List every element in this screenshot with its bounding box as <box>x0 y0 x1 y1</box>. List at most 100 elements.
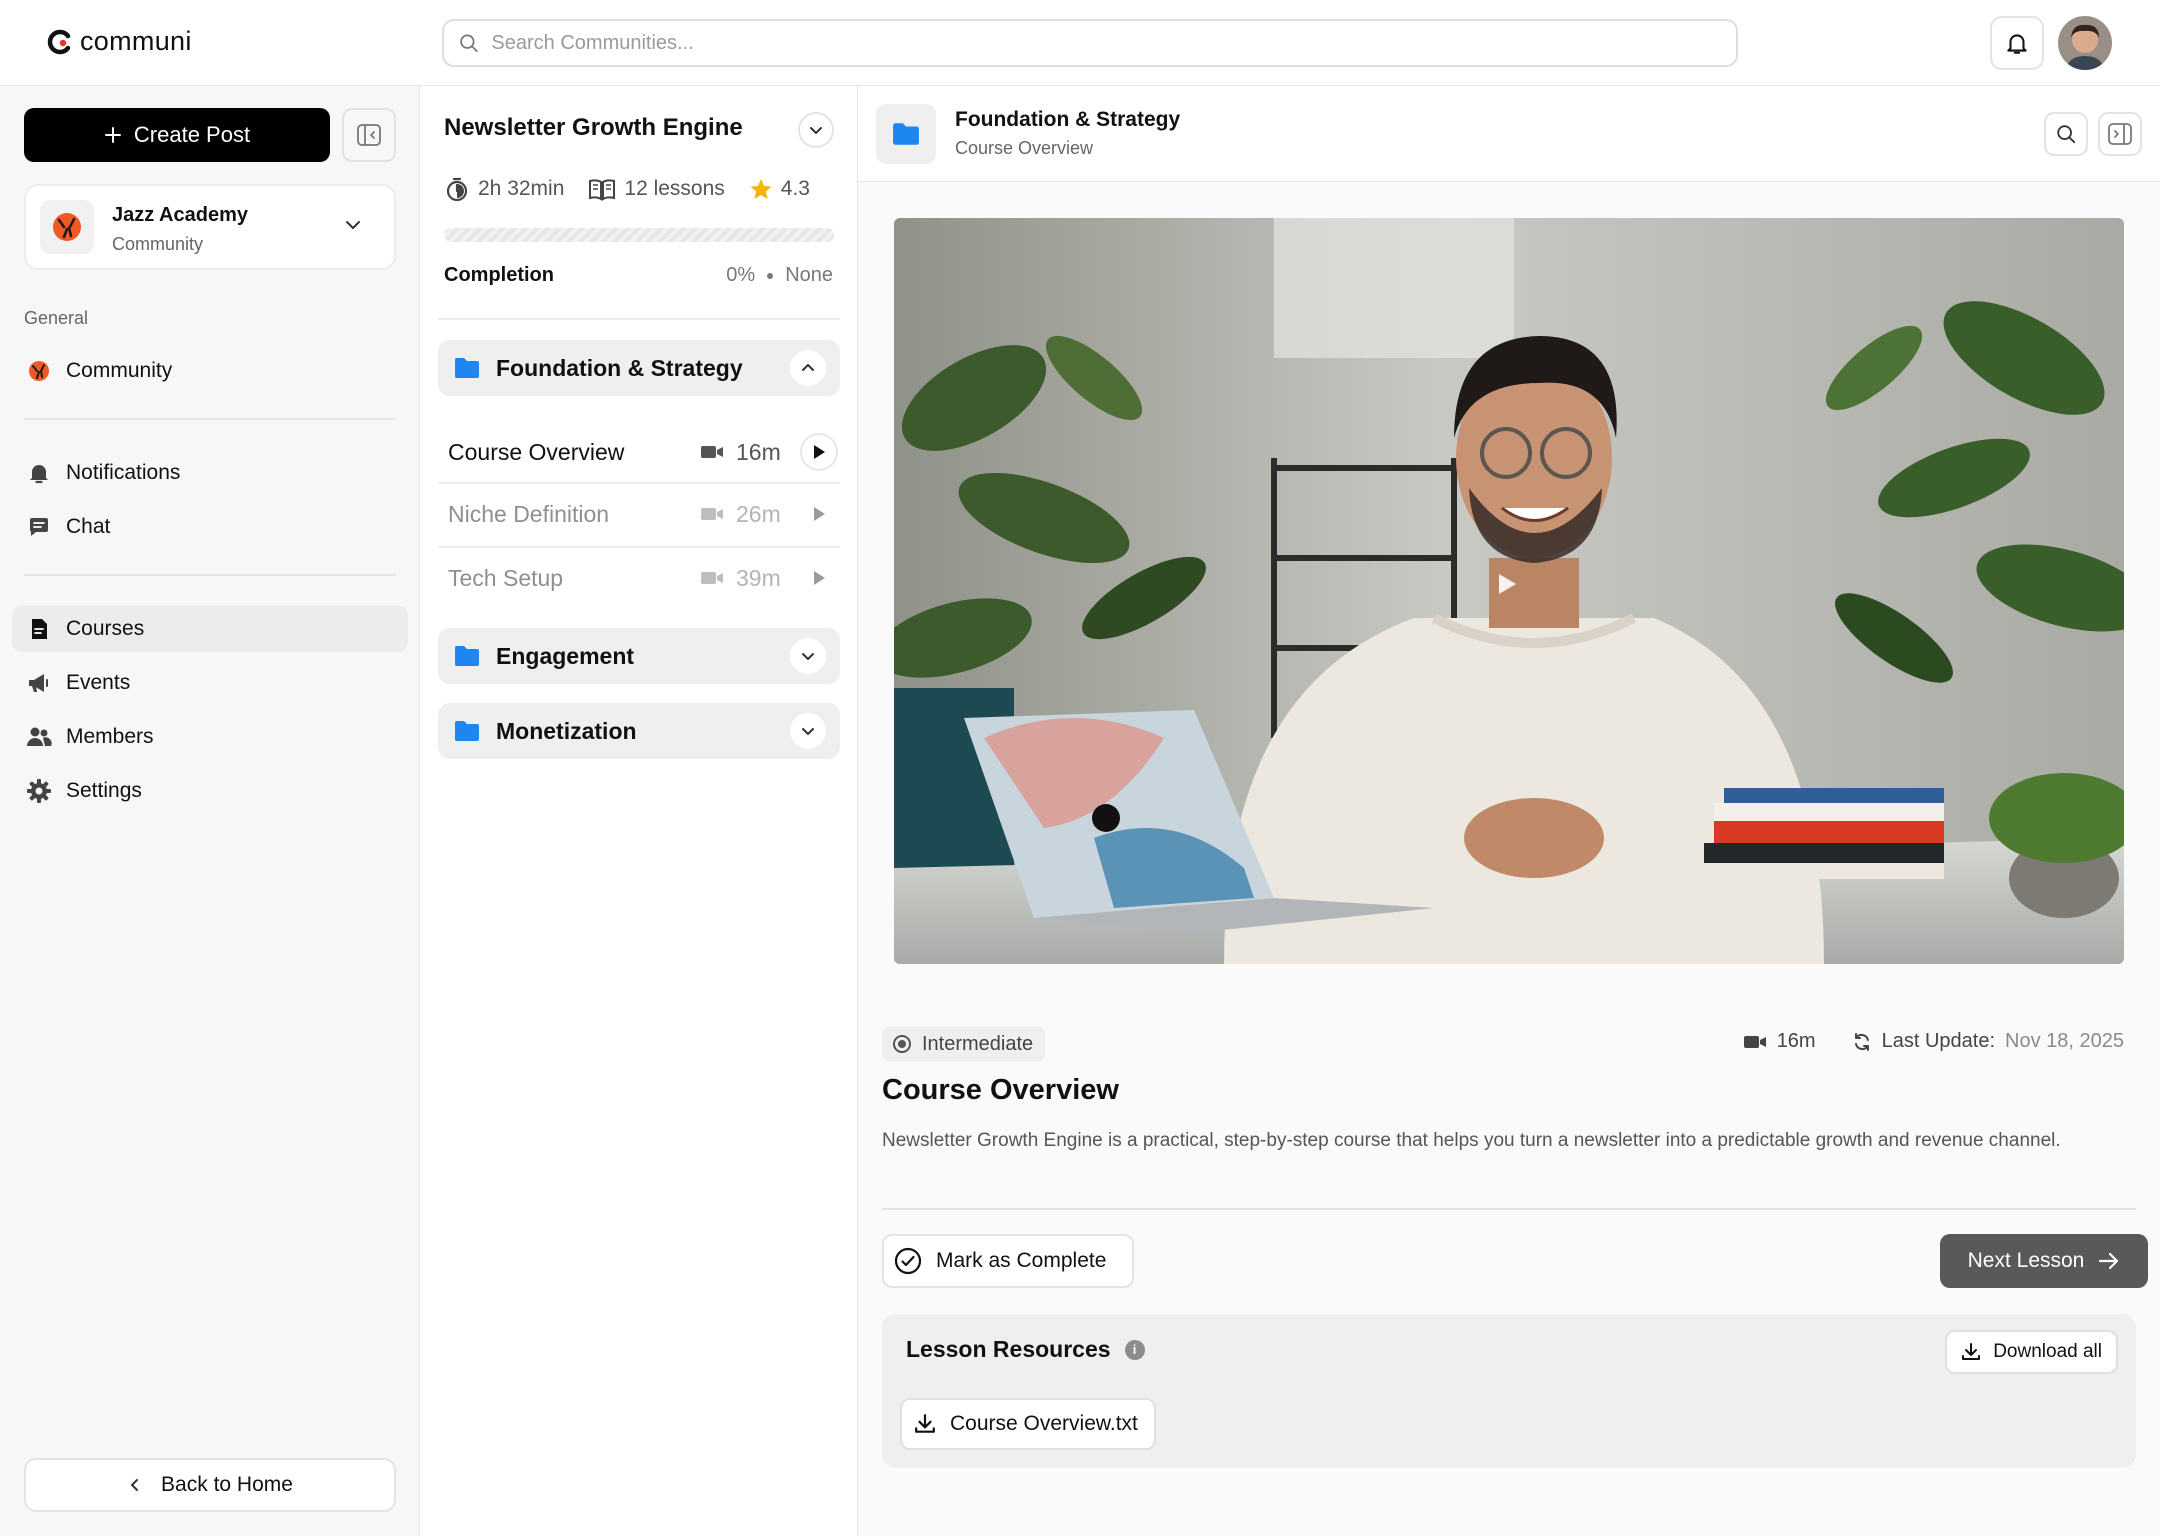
sidebar-item-notifications[interactable]: Notifications <box>12 450 408 496</box>
lesson-resources-heading: Lesson Resources i <box>906 1336 1145 1363</box>
sidebar-item-members[interactable]: Members <box>12 714 408 760</box>
chevron-left-icon <box>131 1479 139 1491</box>
back-to-home-button[interactable]: Back to Home <box>24 1458 396 1512</box>
header-lesson-title: Course Overview <box>955 138 1094 158</box>
community-name: Jazz Academy <box>112 204 248 226</box>
lesson-duration: 16m <box>1743 1030 1816 1053</box>
refresh-icon <box>1854 1032 1869 1051</box>
module-engagement[interactable]: Engagement <box>438 628 840 684</box>
left-sidebar: Create Post Jazz Academy Community Gener… <box>0 86 420 1536</box>
sidebar-item-label: Chat <box>66 515 111 538</box>
sidebar-item-label: Events <box>66 671 131 694</box>
book-icon <box>589 179 616 201</box>
course-switch-button[interactable] <box>798 112 834 148</box>
star-icon <box>750 179 772 199</box>
lesson-duration-text: 26m <box>736 500 781 527</box>
course-progress-bar <box>444 228 834 242</box>
video-thumbnail <box>894 218 2124 964</box>
last-update-label: Last Update: <box>1881 1030 1996 1052</box>
separator-dot <box>767 272 774 279</box>
chevron-down-icon <box>810 127 822 134</box>
download-icon <box>915 1414 935 1433</box>
section-label-general: General <box>24 308 89 328</box>
lesson-duration: 16m <box>700 439 781 466</box>
app-logo[interactable]: communi <box>46 26 192 57</box>
sidebar-item-events[interactable]: Events <box>12 660 408 706</box>
document-icon <box>26 616 52 642</box>
create-post-button[interactable]: Create Post <box>24 108 330 162</box>
bell-icon <box>26 460 52 486</box>
collapse-sidebar-button[interactable] <box>342 108 396 162</box>
module-foundation-strategy[interactable]: Foundation & Strategy <box>438 340 840 396</box>
sidebar-item-chat[interactable]: Chat <box>12 504 408 550</box>
chat-icon <box>26 514 52 540</box>
sidebar-item-settings[interactable]: Settings <box>12 768 408 814</box>
info-icon[interactable]: i <box>1124 1339 1145 1360</box>
download-all-label: Download all <box>1993 1341 2102 1362</box>
course-lessons-text: 12 lessons <box>624 177 725 200</box>
course-meta: 2h 32min 12 lessons 4.3 <box>444 176 834 202</box>
search-lesson-button[interactable] <box>2044 112 2088 156</box>
community-logo <box>40 200 94 254</box>
communi-logo-icon <box>47 29 71 54</box>
stopwatch-icon <box>446 177 468 202</box>
video-player[interactable] <box>894 218 2124 964</box>
search-input[interactable] <box>491 31 1736 55</box>
notifications-button[interactable] <box>1990 16 2044 70</box>
lesson-item-tech-setup[interactable]: Tech Setup 39m <box>438 548 840 608</box>
course-lessons: 12 lessons <box>588 177 725 201</box>
course-outline-panel: Newsletter Growth Engine 2h 32min 12 les… <box>420 86 858 1536</box>
users-icon <box>26 724 52 750</box>
community-switcher[interactable]: Jazz Academy Community <box>24 184 396 270</box>
sidebar-item-community[interactable]: Community <box>12 348 408 394</box>
module-title: Monetization <box>496 717 637 744</box>
next-lesson-label: Next Lesson <box>1967 1249 2085 1272</box>
lesson-item-niche-definition[interactable]: Niche Definition 26m <box>438 484 840 544</box>
user-avatar[interactable] <box>2058 16 2112 70</box>
check-circle-icon <box>894 1247 922 1275</box>
sidebar-item-label: Courses <box>66 617 145 640</box>
difficulty-text: Intermediate <box>922 1032 1034 1055</box>
completion-status: None <box>785 264 833 286</box>
course-rating: 4.3 <box>749 177 810 201</box>
lesson-resources: Lesson Resources i Download all Course O… <box>882 1314 2136 1468</box>
expand-module-button[interactable] <box>790 713 826 749</box>
sidebar-collapse-icon <box>357 124 381 146</box>
difficulty-badge: Intermediate <box>882 1026 1046 1062</box>
lesson-content: Foundation & Strategy Course Overview In… <box>858 86 2160 1536</box>
search-icon <box>460 34 478 52</box>
completion-percent: 0% <box>726 264 756 286</box>
course-title: Newsletter Growth Engine <box>444 114 743 141</box>
collapse-module-button[interactable] <box>790 350 826 386</box>
module-monetization[interactable]: Monetization <box>438 703 840 759</box>
resource-file-name: Course Overview.txt <box>950 1412 1138 1435</box>
folder-icon <box>455 646 479 666</box>
lesson-item-course-overview[interactable]: Course Overview 16m <box>438 422 840 482</box>
top-bar: communi <box>0 0 2160 86</box>
sidebar-divider <box>24 418 396 420</box>
download-all-button[interactable]: Download all <box>1945 1330 2118 1374</box>
search-bar[interactable] <box>442 19 1738 67</box>
play-icon <box>814 445 825 459</box>
video-camera-icon <box>701 508 723 520</box>
play-lesson-button[interactable] <box>800 495 838 533</box>
sidebar-item-courses[interactable]: Courses <box>12 606 408 652</box>
play-lesson-button[interactable] <box>800 433 838 471</box>
next-lesson-button[interactable]: Next Lesson <box>1940 1234 2148 1288</box>
lesson-duration-text: 16m <box>736 438 781 465</box>
completion-label: Completion <box>444 264 554 286</box>
toggle-panel-button[interactable] <box>2098 112 2142 156</box>
lesson-duration: 39m <box>700 565 781 592</box>
play-lesson-button[interactable] <box>800 559 838 597</box>
expand-module-button[interactable] <box>790 638 826 674</box>
content-divider <box>882 1208 2136 1210</box>
app-name: communi <box>80 26 192 56</box>
header-module-title: Foundation & Strategy <box>955 108 1181 131</box>
sidebar-divider <box>24 574 396 576</box>
mark-as-complete-button[interactable]: Mark as Complete <box>882 1234 1134 1288</box>
folder-icon <box>893 123 919 145</box>
community-type: Community <box>112 234 204 254</box>
panel-right-icon <box>2108 123 2132 145</box>
resource-file[interactable]: Course Overview.txt <box>900 1398 1156 1450</box>
play-icon <box>814 571 825 585</box>
